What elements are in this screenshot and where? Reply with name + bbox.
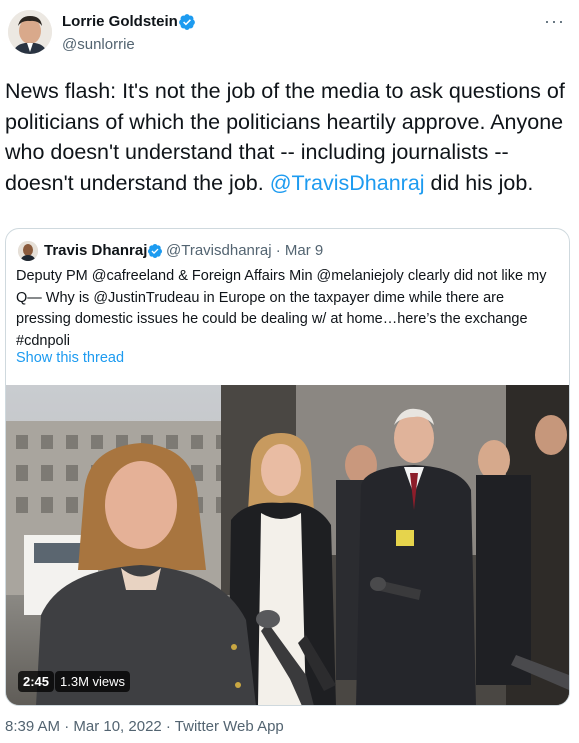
author-name[interactable]: Lorrie Goldstein	[62, 13, 178, 30]
tweet-text: News flash: It's not the job of the medi…	[5, 76, 570, 198]
video-stats: 2:45 1.3M views	[18, 671, 131, 692]
quoted-verified-badge-icon	[147, 244, 162, 258]
author-handle[interactable]: @sunlorrie	[62, 36, 135, 53]
show-thread-link[interactable]: Show this thread	[16, 350, 124, 366]
tweet-text-end: did his job.	[424, 170, 534, 195]
quoted-handle-date[interactable]: @Travisdhanraj · Mar 9	[166, 242, 323, 259]
video-duration: 2:45	[18, 671, 55, 692]
video-views: 1.3M views	[55, 671, 131, 692]
tweet-timestamp[interactable]: 8:39 AM · Mar 10, 2022 · Twitter Web App	[5, 718, 284, 735]
tweet-header: Lorrie Goldstein @sunlorrie ···	[0, 0, 579, 70]
quoted-author-name[interactable]: Travis Dhanraj	[44, 242, 147, 259]
video-thumbnail	[6, 385, 569, 705]
more-options-icon[interactable]: ···	[544, 12, 565, 30]
quoted-tweet[interactable]: Travis Dhanraj @Travisdhanraj · Mar 9 De…	[5, 228, 570, 706]
quoted-tweet-text: Deputy PM @cafreeland & Foreign Affairs …	[16, 268, 547, 349]
quoted-author-avatar[interactable]	[18, 241, 38, 261]
author-avatar[interactable]	[8, 10, 52, 54]
mention-link[interactable]: @TravisDhanraj	[270, 171, 425, 195]
verified-badge-icon	[179, 14, 195, 30]
video-player[interactable]: 2:45 1.3M views	[6, 385, 569, 705]
